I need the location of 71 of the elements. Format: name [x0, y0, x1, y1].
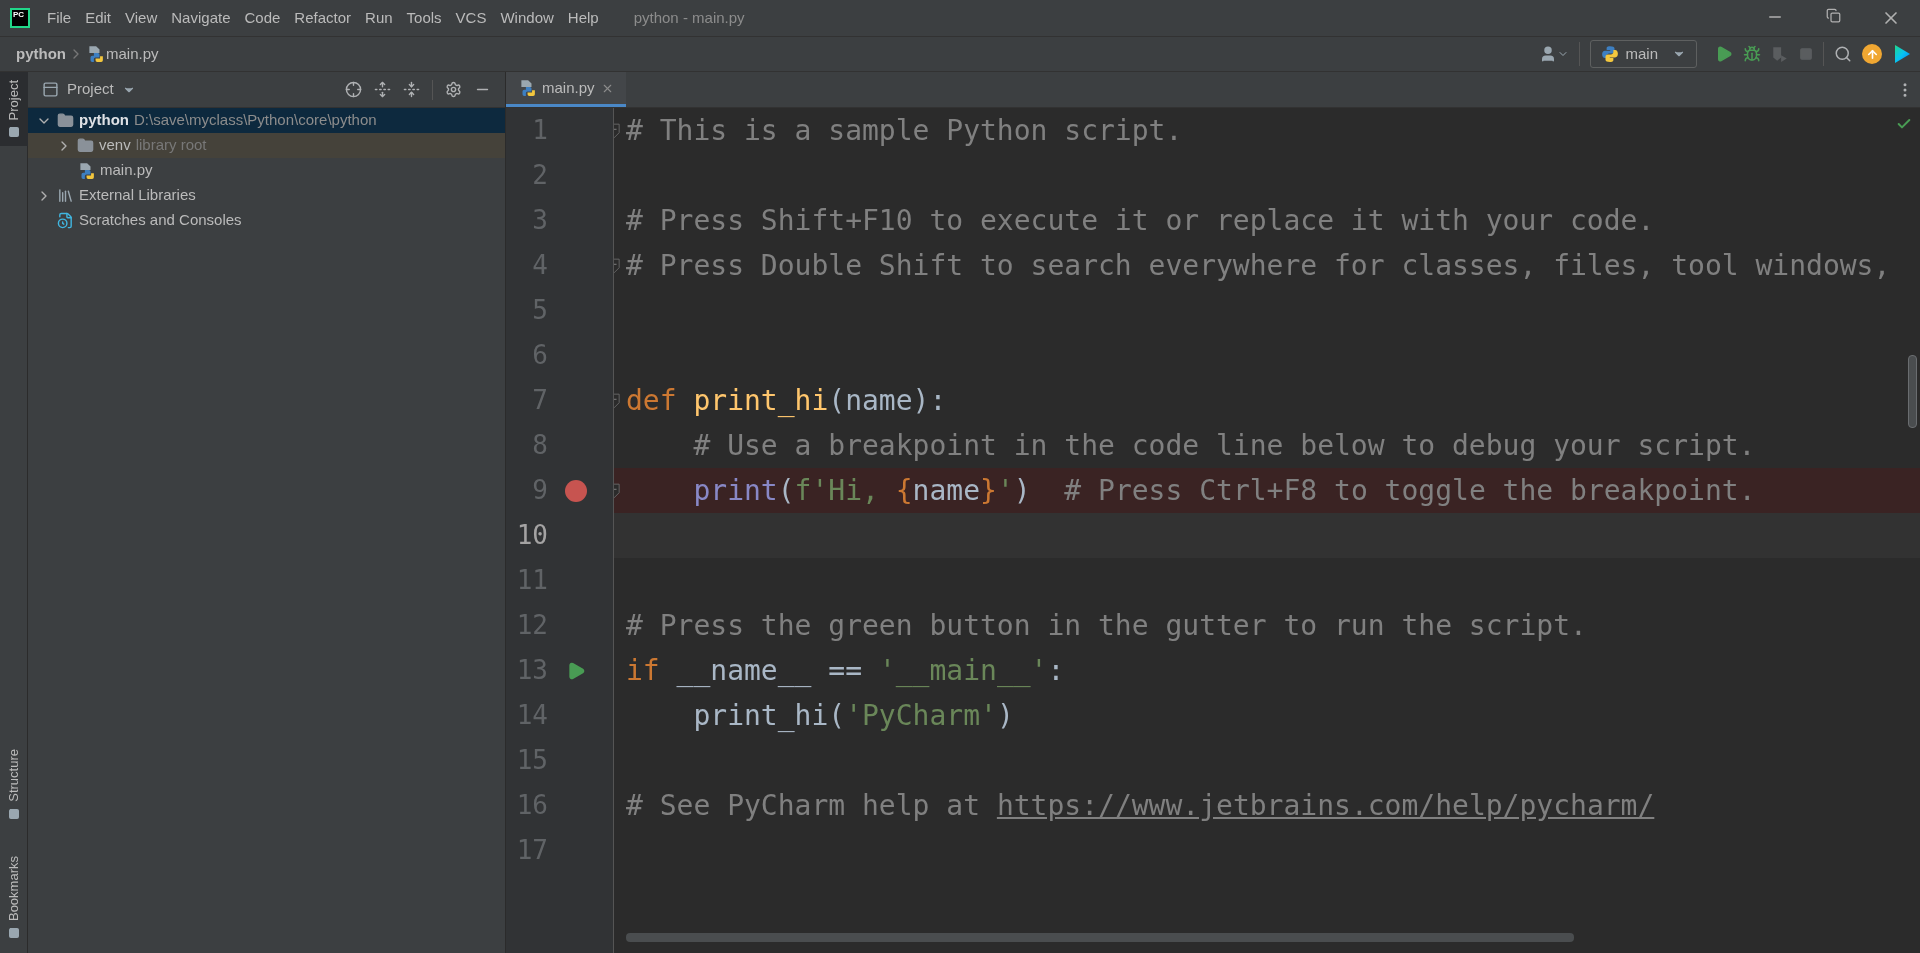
code-line: # Press Shift+F10 to execute it or replace it with your code. [626, 202, 1655, 239]
code-line: print_hi('PyCharm') [692, 697, 1014, 734]
run-icon[interactable] [566, 660, 586, 681]
editor-tab[interactable]: main.py [506, 72, 626, 107]
code-line: # Use a breakpoint in the code line below to debug your script. [692, 427, 1756, 464]
code-line: # This is a sample Python script. [626, 112, 1183, 149]
update-icon[interactable] [1862, 44, 1882, 64]
menu-item[interactable]: Refactor [287, 6, 359, 30]
menu-item[interactable]: Edit [78, 6, 119, 30]
python-file-icon [86, 45, 104, 63]
breadcrumb[interactable]: python [16, 42, 66, 66]
menu-item[interactable]: File [40, 6, 79, 30]
folder-icon [57, 112, 74, 129]
panel-icon [8, 126, 20, 139]
code-line: # Press the green button in the gutter to run the script. [626, 607, 1587, 644]
code-line: # Press Double Shift to search everywhere for classes, files, tool windows, [626, 247, 1891, 284]
code-comment: # See PyCharm help at [626, 788, 981, 822]
tree-item-label: python [79, 110, 129, 131]
run-config-dropdown[interactable]: main [1590, 40, 1697, 68]
app-logo: PC [10, 8, 30, 28]
tree-item-path: D:\save\myclass\Python\core\python [134, 110, 377, 131]
collapse-all-icon[interactable] [403, 81, 420, 98]
code-line: def print_hi(name): [626, 382, 947, 419]
tree-item[interactable]: venv library root [28, 133, 505, 158]
tree-item-label: Scratches and Consoles [79, 210, 242, 231]
tree-item-label: External Libraries [79, 185, 196, 206]
panel-icon [8, 807, 20, 820]
line-number: 10 [515, 519, 548, 552]
locate-icon[interactable] [345, 81, 362, 98]
menu-item[interactable]: Run [358, 6, 400, 30]
expand-all-icon[interactable] [374, 81, 391, 98]
side-tab[interactable]: Project [0, 72, 28, 147]
menu-item[interactable]: View [118, 6, 165, 30]
python-file-icon [518, 79, 536, 97]
tree-item[interactable]: main.py [28, 158, 505, 183]
tree-item[interactable]: Scratches and Consoles [28, 208, 505, 233]
restore-icon[interactable] [1825, 8, 1841, 23]
panel-icon [8, 927, 20, 939]
bug-icon[interactable] [1743, 45, 1761, 63]
link[interactable]: https://www.jetbrains.com/help/pycharm/ [996, 788, 1655, 822]
triangle-logo-icon[interactable] [1892, 44, 1912, 64]
scrollbar-thumb[interactable] [1908, 355, 1917, 428]
window-title: python - main.py [633, 7, 745, 28]
menu-item[interactable]: Navigate [164, 6, 238, 30]
panel-title[interactable]: Project [67, 78, 114, 101]
panel-icon [42, 81, 59, 98]
python-file-icon [77, 161, 95, 180]
scrollbar-thumb[interactable] [626, 933, 1574, 942]
menu-item[interactable]: VCS [448, 6, 494, 30]
menu-item[interactable]: Code [237, 6, 288, 30]
breadcrumb[interactable]: main.py [106, 42, 159, 66]
code-line: if __name__ == '__main__': [626, 652, 1065, 689]
code-line: print(f'Hi, {name}') # Press Ctrl+F8 to toggle the breakpoint. [692, 472, 1756, 509]
tree-item[interactable]: python D:\save\myclass\Python\core\python [28, 108, 505, 133]
menu-item[interactable]: Tools [399, 6, 449, 30]
tree-item-label: main.py [100, 160, 153, 181]
library-icon [57, 187, 74, 204]
folder-icon [77, 137, 94, 154]
side-tab[interactable]: Bookmarks [0, 847, 28, 947]
python-logo-icon [1601, 45, 1620, 63]
scratch-file-icon [57, 212, 74, 229]
side-tab[interactable]: Structure [0, 741, 28, 828]
settings-icon[interactable] [445, 81, 462, 98]
menu-item[interactable]: Window [493, 6, 561, 30]
tree-item-note: library root [135, 135, 207, 156]
tree-item-label: venv [99, 135, 131, 156]
tree-item[interactable]: External Libraries [28, 183, 505, 208]
search-icon[interactable] [1834, 45, 1852, 63]
run-icon[interactable] [1715, 45, 1733, 63]
menu-item[interactable]: Help [560, 6, 606, 30]
breakpoint-icon[interactable] [565, 479, 587, 502]
